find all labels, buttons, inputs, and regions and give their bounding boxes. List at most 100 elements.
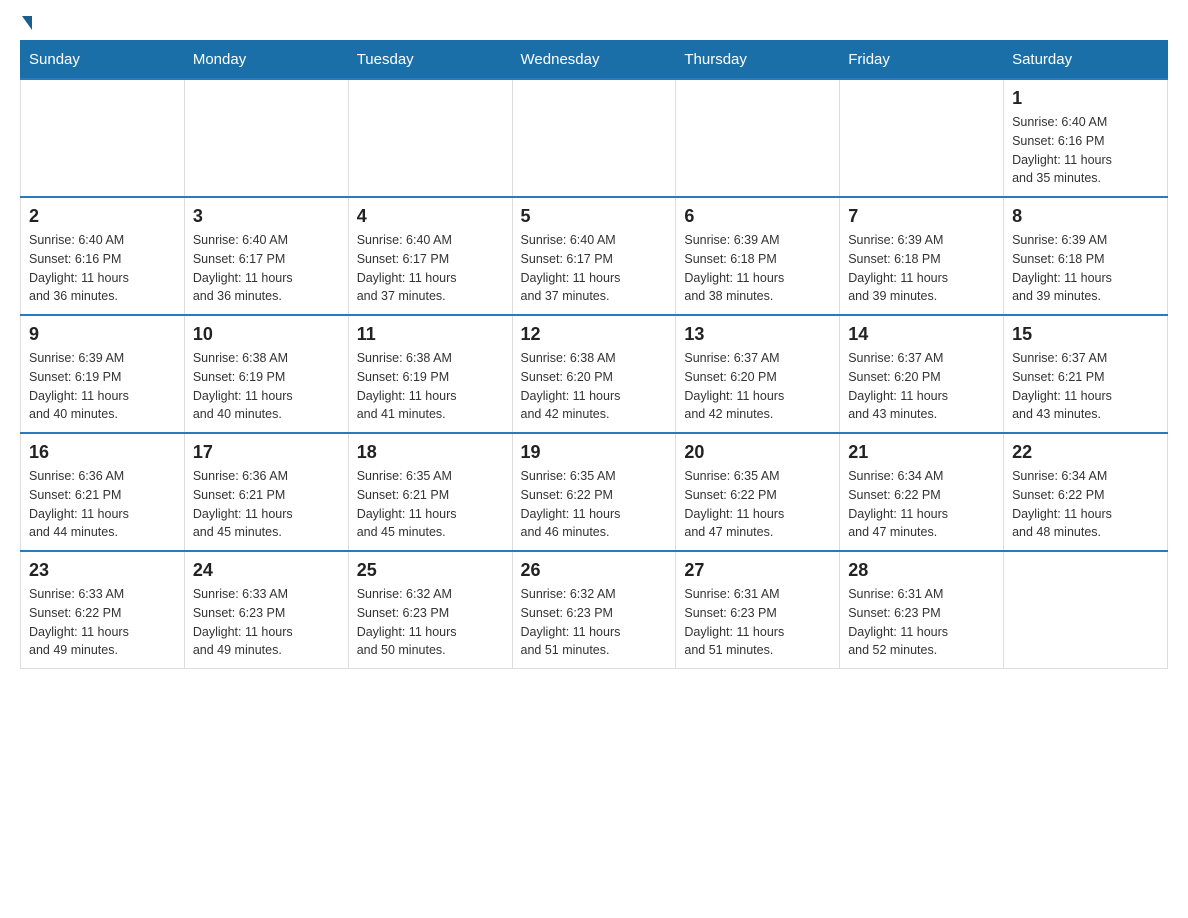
calendar-cell: 14 Sunrise: 6:37 AMSunset: 6:20 PMDayligh… (840, 315, 1004, 433)
calendar-week-row: 16Sunrise: 6:36 AMSunset: 6:21 PMDayligh… (21, 433, 1168, 551)
calendar-cell: 28 Sunrise: 6:31 AMSunset: 6:23 PMDayligh… (840, 551, 1004, 669)
day-number: 3 (193, 206, 340, 227)
calendar-table: SundayMondayTuesdayWednesdayThursdayFrid… (20, 40, 1168, 669)
calendar-cell: 27 Sunrise: 6:31 AMSunset: 6:23 PMDayligh… (676, 551, 840, 669)
day-number: 1 (1012, 88, 1159, 109)
calendar-cell (21, 79, 185, 197)
day-info: Sunrise: 6:36 AMSunset: 6:21 PMDaylight:… (29, 467, 176, 542)
day-info: Sunrise: 6:39 AMSunset: 6:18 PMDaylight:… (1012, 231, 1159, 306)
calendar-cell: 6 Sunrise: 6:39 AMSunset: 6:18 PMDaylight… (676, 197, 840, 315)
day-number: 26 (521, 560, 668, 581)
calendar-cell (1004, 551, 1168, 669)
day-of-week-header: Friday (840, 41, 1004, 80)
day-info: Sunrise: 6:35 AMSunset: 6:22 PMDaylight:… (684, 467, 831, 542)
calendar-cell (184, 79, 348, 197)
day-number: 4 (357, 206, 504, 227)
calendar-cell: 11 Sunrise: 6:38 AMSunset: 6:19 PMDayligh… (348, 315, 512, 433)
day-number: 13 (684, 324, 831, 345)
day-info: Sunrise: 6:37 AMSunset: 6:20 PMDaylight:… (848, 349, 995, 424)
day-info: Sunrise: 6:40 AMSunset: 6:16 PMDaylight:… (29, 231, 176, 306)
day-info: Sunrise: 6:35 AMSunset: 6:22 PMDaylight:… (521, 467, 668, 542)
day-number: 14 (848, 324, 995, 345)
calendar-cell (676, 79, 840, 197)
calendar-cell: 1 Sunrise: 6:40 AMSunset: 6:16 PMDaylight… (1004, 79, 1168, 197)
day-info: Sunrise: 6:39 AMSunset: 6:18 PMDaylight:… (848, 231, 995, 306)
calendar-cell: 4 Sunrise: 6:40 AMSunset: 6:17 PMDaylight… (348, 197, 512, 315)
day-number: 15 (1012, 324, 1159, 345)
day-info: Sunrise: 6:39 AMSunset: 6:19 PMDaylight:… (29, 349, 176, 424)
day-of-week-header: Wednesday (512, 41, 676, 80)
calendar-cell: 13 Sunrise: 6:37 AMSunset: 6:20 PMDayligh… (676, 315, 840, 433)
day-of-week-header: Saturday (1004, 41, 1168, 80)
day-number: 19 (521, 442, 668, 463)
calendar-week-row: 9 Sunrise: 6:39 AMSunset: 6:19 PMDaylight… (21, 315, 1168, 433)
calendar-cell: 24Sunrise: 6:33 AMSunset: 6:23 PMDayligh… (184, 551, 348, 669)
calendar-cell: 3 Sunrise: 6:40 AMSunset: 6:17 PMDaylight… (184, 197, 348, 315)
day-info: Sunrise: 6:33 AMSunset: 6:22 PMDaylight:… (29, 585, 176, 660)
day-number: 21 (848, 442, 995, 463)
calendar-header-row: SundayMondayTuesdayWednesdayThursdayFrid… (21, 41, 1168, 80)
calendar-cell: 16Sunrise: 6:36 AMSunset: 6:21 PMDayligh… (21, 433, 185, 551)
calendar-cell: 7 Sunrise: 6:39 AMSunset: 6:18 PMDaylight… (840, 197, 1004, 315)
day-number: 2 (29, 206, 176, 227)
day-info: Sunrise: 6:35 AMSunset: 6:21 PMDaylight:… (357, 467, 504, 542)
calendar-cell (512, 79, 676, 197)
day-number: 23 (29, 560, 176, 581)
day-info: Sunrise: 6:38 AMSunset: 6:19 PMDaylight:… (193, 349, 340, 424)
calendar-cell: 9 Sunrise: 6:39 AMSunset: 6:19 PMDaylight… (21, 315, 185, 433)
day-number: 28 (848, 560, 995, 581)
day-info: Sunrise: 6:32 AMSunset: 6:23 PMDaylight:… (357, 585, 504, 660)
day-info: Sunrise: 6:36 AMSunset: 6:21 PMDaylight:… (193, 467, 340, 542)
day-number: 7 (848, 206, 995, 227)
day-number: 18 (357, 442, 504, 463)
day-info: Sunrise: 6:37 AMSunset: 6:20 PMDaylight:… (684, 349, 831, 424)
day-of-week-header: Monday (184, 41, 348, 80)
calendar-cell: 12 Sunrise: 6:38 AMSunset: 6:20 PMDayligh… (512, 315, 676, 433)
day-number: 6 (684, 206, 831, 227)
day-info: Sunrise: 6:40 AMSunset: 6:16 PMDaylight:… (1012, 113, 1159, 188)
calendar-cell: 5 Sunrise: 6:40 AMSunset: 6:17 PMDaylight… (512, 197, 676, 315)
day-number: 9 (29, 324, 176, 345)
day-number: 12 (521, 324, 668, 345)
calendar-cell: 18 Sunrise: 6:35 AMSunset: 6:21 PMDayligh… (348, 433, 512, 551)
day-number: 5 (521, 206, 668, 227)
calendar-cell: 22 Sunrise: 6:34 AMSunset: 6:22 PMDayligh… (1004, 433, 1168, 551)
day-number: 27 (684, 560, 831, 581)
day-info: Sunrise: 6:34 AMSunset: 6:22 PMDaylight:… (848, 467, 995, 542)
logo (20, 20, 32, 30)
day-info: Sunrise: 6:33 AMSunset: 6:23 PMDaylight:… (193, 585, 340, 660)
day-info: Sunrise: 6:40 AMSunset: 6:17 PMDaylight:… (357, 231, 504, 306)
day-info: Sunrise: 6:34 AMSunset: 6:22 PMDaylight:… (1012, 467, 1159, 542)
calendar-cell: 17 Sunrise: 6:36 AMSunset: 6:21 PMDayligh… (184, 433, 348, 551)
calendar-cell: 19 Sunrise: 6:35 AMSunset: 6:22 PMDayligh… (512, 433, 676, 551)
day-info: Sunrise: 6:31 AMSunset: 6:23 PMDaylight:… (684, 585, 831, 660)
calendar-cell: 21 Sunrise: 6:34 AMSunset: 6:22 PMDayligh… (840, 433, 1004, 551)
day-of-week-header: Thursday (676, 41, 840, 80)
day-info: Sunrise: 6:37 AMSunset: 6:21 PMDaylight:… (1012, 349, 1159, 424)
day-number: 10 (193, 324, 340, 345)
day-info: Sunrise: 6:31 AMSunset: 6:23 PMDaylight:… (848, 585, 995, 660)
calendar-cell (840, 79, 1004, 197)
day-info: Sunrise: 6:38 AMSunset: 6:19 PMDaylight:… (357, 349, 504, 424)
day-of-week-header: Sunday (21, 41, 185, 80)
calendar-cell: 25Sunrise: 6:32 AMSunset: 6:23 PMDayligh… (348, 551, 512, 669)
calendar-cell: 26 Sunrise: 6:32 AMSunset: 6:23 PMDayligh… (512, 551, 676, 669)
day-info: Sunrise: 6:32 AMSunset: 6:23 PMDaylight:… (521, 585, 668, 660)
day-number: 22 (1012, 442, 1159, 463)
logo-arrow-icon (22, 16, 32, 30)
day-number: 17 (193, 442, 340, 463)
day-info: Sunrise: 6:38 AMSunset: 6:20 PMDaylight:… (521, 349, 668, 424)
calendar-cell (348, 79, 512, 197)
day-of-week-header: Tuesday (348, 41, 512, 80)
calendar-cell: 23 Sunrise: 6:33 AMSunset: 6:22 PMDayligh… (21, 551, 185, 669)
calendar-cell: 8 Sunrise: 6:39 AMSunset: 6:18 PMDaylight… (1004, 197, 1168, 315)
calendar-week-row: 23 Sunrise: 6:33 AMSunset: 6:22 PMDayligh… (21, 551, 1168, 669)
day-number: 11 (357, 324, 504, 345)
day-info: Sunrise: 6:39 AMSunset: 6:18 PMDaylight:… (684, 231, 831, 306)
calendar-week-row: 1 Sunrise: 6:40 AMSunset: 6:16 PMDaylight… (21, 79, 1168, 197)
day-info: Sunrise: 6:40 AMSunset: 6:17 PMDaylight:… (193, 231, 340, 306)
day-info: Sunrise: 6:40 AMSunset: 6:17 PMDaylight:… (521, 231, 668, 306)
day-number: 8 (1012, 206, 1159, 227)
calendar-cell: 2 Sunrise: 6:40 AMSunset: 6:16 PMDaylight… (21, 197, 185, 315)
calendar-cell: 15 Sunrise: 6:37 AMSunset: 6:21 PMDayligh… (1004, 315, 1168, 433)
